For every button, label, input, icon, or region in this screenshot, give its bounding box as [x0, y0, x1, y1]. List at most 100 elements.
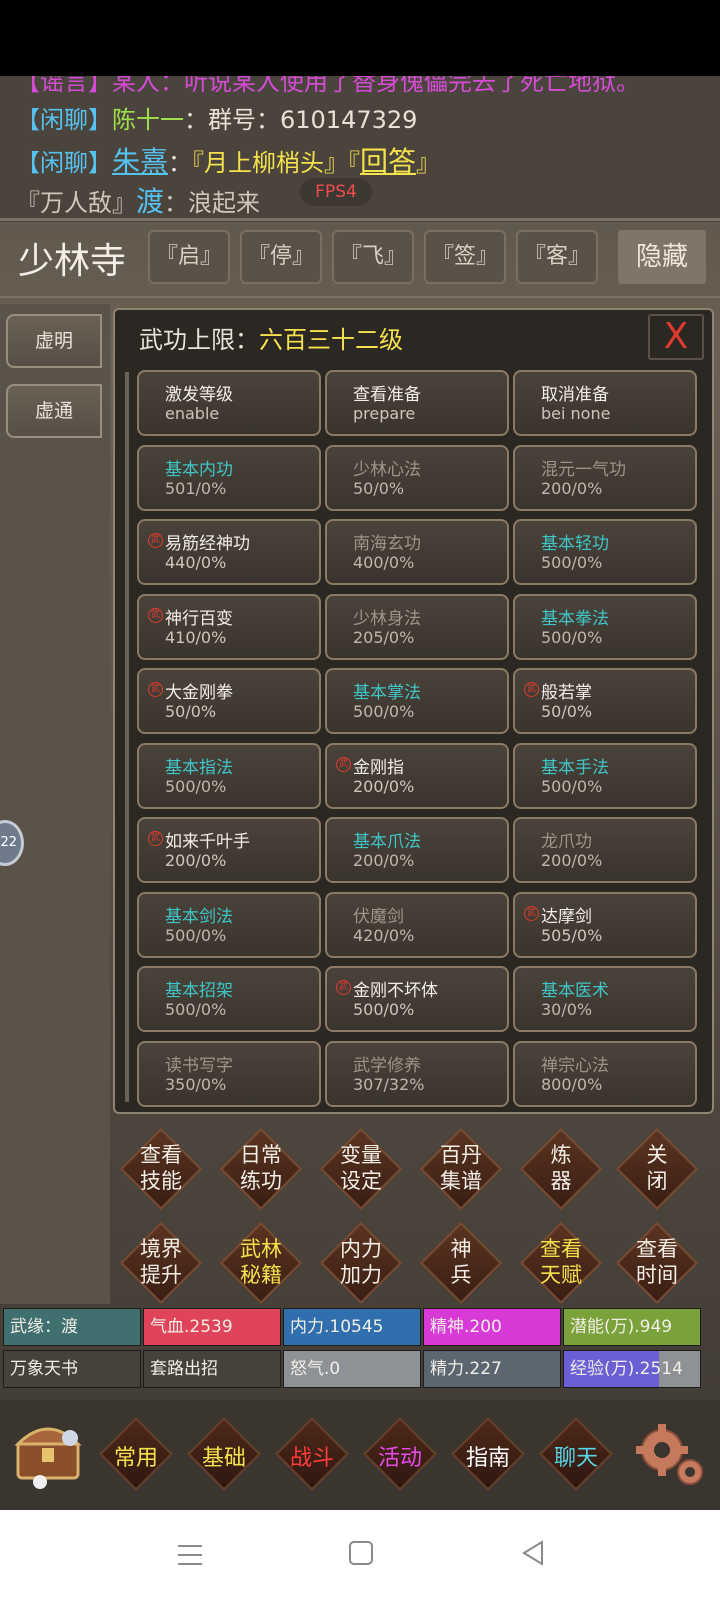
skill-cell[interactable]: 少林身法 205/0% [325, 593, 509, 660]
action-label-line: 内力 [340, 1237, 382, 1261]
home-icon[interactable] [348, 1540, 374, 1566]
skill-cell[interactable]: 武般若掌 50/0% [513, 668, 697, 734]
skill-limit-label: 武功上限： [139, 326, 259, 354]
npc-tab-xuming[interactable]: 虚明 [6, 314, 102, 368]
npc-sidebar: 虚明 虚通 22 [0, 304, 110, 1304]
enabled-mark-icon: 武 [148, 831, 163, 846]
skill-value: 500/0% [541, 627, 603, 647]
skill-cell[interactable]: 少林心法 50/0% [325, 444, 509, 511]
skill-cell[interactable]: 禅宗心法 800/0% [513, 1040, 697, 1107]
skill-cell[interactable]: 基本医术 30/0% [513, 966, 697, 1032]
npc-tab-xutong[interactable]: 虚通 [6, 384, 102, 438]
nav-tab[interactable]: 聊天 [536, 1414, 616, 1494]
chat-area[interactable]: 【谣言】某人：听说某人使用了替身傀儡完去了死亡地狱。 【闲聊】陈十一：群号：61… [0, 76, 720, 222]
close-button[interactable]: X [648, 314, 704, 360]
action-button[interactable]: 日常 练功 [216, 1124, 306, 1214]
floating-ball[interactable]: 22 [0, 820, 24, 866]
action-label: 查看 时间 [612, 1236, 702, 1288]
bottom-nav: 常用 基础 战斗 活动 指南 聊天 [0, 1400, 720, 1510]
skill-cell[interactable]: 龙爪功 200/0% [513, 817, 697, 883]
action-button[interactable]: 百丹 集谱 [416, 1124, 506, 1214]
quick-button-start[interactable]: 『启』 [148, 230, 230, 284]
skill-name: 伏魔剑 [353, 906, 404, 927]
action-button[interactable]: 查看 天赋 [516, 1218, 606, 1308]
skill-value: 500/0% [353, 1000, 415, 1019]
stat-bar[interactable]: 万象天书 [3, 1350, 141, 1388]
back-icon[interactable] [520, 1540, 546, 1566]
skill-cell[interactable]: 基本轻功 500/0% [513, 519, 697, 585]
skill-cell[interactable]: 基本剑法 500/0% [137, 891, 321, 958]
stat-bar[interactable]: 内力.10545 [283, 1308, 421, 1346]
skill-cell[interactable]: 伏魔剑 420/0% [325, 891, 509, 958]
enabled-mark-icon: 武 [524, 905, 539, 921]
skill-cell[interactable]: 基本爪法 200/0% [325, 817, 509, 883]
skill-name: 基本掌法 [353, 683, 421, 703]
answer-link[interactable]: 回答 [360, 145, 416, 178]
skill-cell[interactable]: 南海玄功 400/0% [325, 519, 509, 585]
quick-button-fly[interactable]: 『飞』 [332, 230, 414, 284]
action-button[interactable]: 武林 秘籍 [216, 1218, 306, 1308]
action-button[interactable]: 关闭 [612, 1124, 702, 1214]
skill-cell[interactable]: 基本指法 500/0% [137, 742, 321, 809]
quick-button-stop[interactable]: 『停』 [240, 230, 322, 284]
stat-bar[interactable]: 潜能(万).949 [563, 1308, 701, 1346]
skill-cell[interactable]: 基本手法 500/0% [513, 742, 697, 809]
quick-button-guest[interactable]: 『客』 [516, 230, 598, 284]
skill-cell[interactable]: 取消准备 bei none [513, 370, 697, 436]
skill-name: 基本医术 [541, 981, 609, 1001]
skill-value: 50/0% [353, 478, 405, 498]
stat-bar[interactable]: 气血.2539 [143, 1308, 281, 1346]
enabled-mark-icon: 武 [148, 607, 163, 623]
skill-cell[interactable]: 武如来千叶手 200/0% [137, 817, 321, 883]
action-button[interactable]: 变量 设定 [316, 1124, 406, 1214]
nav-tab[interactable]: 常用 [96, 1414, 176, 1494]
skill-value: 500/0% [541, 553, 603, 572]
skill-cell[interactable]: 基本拳法 500/0% [513, 593, 697, 660]
skill-cell[interactable]: 基本掌法 500/0% [325, 668, 509, 734]
skill-limit-value: 六百三十二级 [259, 326, 403, 354]
hide-button[interactable]: 隐藏 [618, 230, 706, 284]
stat-bar[interactable]: 经验(万).2514 [563, 1350, 701, 1388]
treasure-chest-icon[interactable] [10, 1408, 86, 1494]
skill-cell[interactable]: 激发等级 enable [137, 370, 321, 436]
skill-cell[interactable]: 基本招架 500/0% [137, 966, 321, 1032]
stat-bars: 武缘：渡 气血.2539 内力.10545 精神.200 潜能(万).949 万象天书 套路… [0, 1308, 720, 1396]
enabled-mark-icon: 武 [336, 980, 351, 995]
skill-cell[interactable]: 基本内功 501/0% [137, 444, 321, 511]
skill-cell[interactable]: 武学修养 307/32% [325, 1040, 509, 1107]
action-button[interactable]: 查看 时间 [612, 1218, 702, 1308]
stat-bar[interactable]: 精力.227 [423, 1350, 561, 1388]
scrollbar[interactable] [125, 372, 129, 1102]
action-button[interactable]: 内力 加力 [316, 1218, 406, 1308]
skill-cell[interactable]: 查看准备 prepare [325, 370, 509, 436]
stat-bar[interactable]: 精神.200 [423, 1308, 561, 1346]
menu-icon[interactable] [176, 1542, 204, 1568]
nav-tab[interactable]: 基础 [184, 1414, 264, 1494]
stat-bar[interactable]: 武缘：渡 [3, 1308, 141, 1346]
stat-bar[interactable]: 怒气.0 [283, 1350, 421, 1388]
skill-value: 50/0% [165, 702, 217, 721]
skill-cell[interactable]: 武金刚指 200/0% [325, 742, 509, 809]
skill-cell[interactable]: 武神行百变 410/0% [137, 593, 321, 660]
gear-icon[interactable] [632, 1418, 708, 1494]
skill-cell[interactable]: 武金刚不坏体 500/0% [325, 966, 509, 1032]
action-button[interactable]: 境界 提升 [116, 1218, 206, 1308]
quick-button-sign[interactable]: 『签』 [424, 230, 506, 284]
nav-tab[interactable]: 战斗 [272, 1414, 352, 1494]
nav-tab[interactable]: 活动 [360, 1414, 440, 1494]
skill-cell[interactable]: 武易筋经神功 440/0% [137, 519, 321, 585]
skill-cell[interactable]: 武达摩剑 505/0% [513, 891, 697, 958]
chat-sender[interactable]: 朱熹 [112, 145, 168, 178]
action-button[interactable]: 查看 技能 [116, 1124, 206, 1214]
chat-sender[interactable]: 陈十一 [112, 106, 184, 134]
chat-sender[interactable]: 渡 [136, 185, 164, 218]
skill-value: 307/32% [353, 1074, 425, 1094]
skill-cell[interactable]: 读书写字 350/0% [137, 1040, 321, 1107]
nav-tab[interactable]: 指南 [448, 1414, 528, 1494]
action-button[interactable]: 神兵 [416, 1218, 506, 1308]
action-button[interactable]: 炼器 [516, 1124, 606, 1214]
skill-name: 少林身法 [353, 608, 421, 629]
skill-cell[interactable]: 混元一气功 200/0% [513, 444, 697, 511]
skill-cell[interactable]: 武大金刚拳 50/0% [137, 668, 321, 734]
stat-bar[interactable]: 套路出招 [143, 1350, 281, 1388]
